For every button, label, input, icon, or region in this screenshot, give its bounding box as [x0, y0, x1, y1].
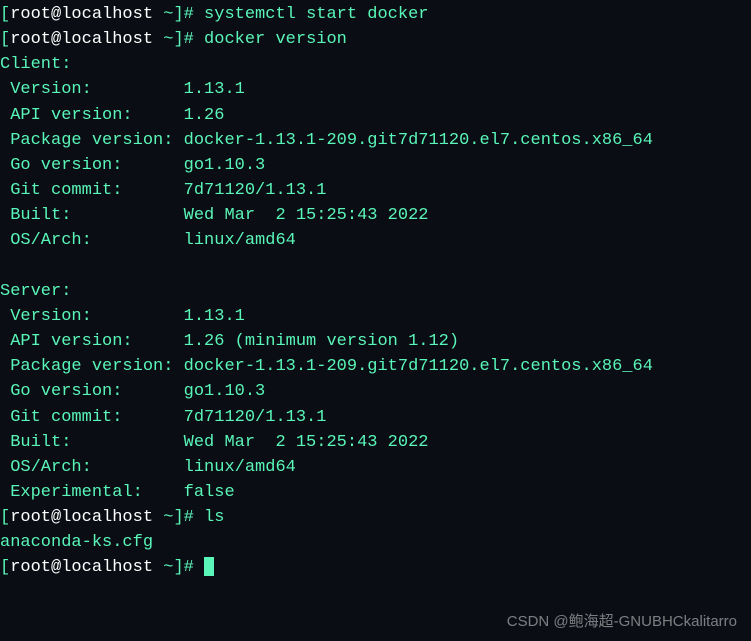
prompt-bracket: [: [0, 508, 10, 527]
kv-row: API version: 1.26 (minimum version 1.12): [0, 329, 751, 354]
kv-value: 1.13.1: [184, 307, 245, 326]
kv-row: Package version: docker-1.13.1-209.git7d…: [0, 354, 751, 379]
prompt-path: ~: [153, 30, 173, 49]
kv-value: linux/amd64: [184, 458, 296, 477]
prompt-path: ~: [153, 5, 173, 24]
kv-key: Experimental:: [0, 483, 184, 502]
kv-key: Built:: [0, 206, 184, 225]
kv-value: 1.26 (minimum version 1.12): [184, 332, 459, 351]
kv-row: Experimental: false: [0, 480, 751, 505]
kv-row: OS/Arch: linux/amd64: [0, 455, 751, 480]
kv-row: Go version: go1.10.3: [0, 379, 751, 404]
kv-row: Git commit: 7d71120/1.13.1: [0, 178, 751, 203]
kv-key: Git commit:: [0, 181, 184, 200]
prompt-path: ~: [153, 558, 173, 577]
kv-value: go1.10.3: [184, 382, 266, 401]
kv-row: OS/Arch: linux/amd64: [0, 228, 751, 253]
prompt-close: ]#: [173, 30, 204, 49]
prompt-close: ]#: [173, 5, 204, 24]
kv-row: Built: Wed Mar 2 15:25:43 2022: [0, 203, 751, 228]
kv-key: Version:: [0, 80, 184, 99]
kv-value: docker-1.13.1-209.git7d71120.el7.centos.…: [184, 357, 653, 376]
kv-key: API version:: [0, 332, 184, 351]
kv-row: Built: Wed Mar 2 15:25:43 2022: [0, 430, 751, 455]
kv-row: Version: 1.13.1: [0, 77, 751, 102]
command-line-3: [root@localhost ~]# ls: [0, 505, 751, 530]
prompt-user-host: root@localhost: [10, 30, 153, 49]
client-header: Client:: [0, 52, 751, 77]
prompt-path: ~: [153, 508, 173, 527]
kv-key: Built:: [0, 433, 184, 452]
kv-value: Wed Mar 2 15:25:43 2022: [184, 206, 429, 225]
prompt-close: ]#: [173, 558, 204, 577]
kv-key: OS/Arch:: [0, 458, 184, 477]
kv-value: 7d71120/1.13.1: [184, 181, 327, 200]
prompt-user-host: root@localhost: [10, 558, 153, 577]
kv-row: Version: 1.13.1: [0, 304, 751, 329]
kv-row: Git commit: 7d71120/1.13.1: [0, 405, 751, 430]
prompt-bracket: [: [0, 558, 10, 577]
kv-value: Wed Mar 2 15:25:43 2022: [184, 433, 429, 452]
prompt-bracket: [: [0, 30, 10, 49]
cursor-icon: [204, 557, 214, 576]
command-text: systemctl start docker: [204, 5, 428, 24]
kv-key: Git commit:: [0, 408, 184, 427]
kv-row: Package version: docker-1.13.1-209.git7d…: [0, 128, 751, 153]
kv-value: 1.26: [184, 106, 225, 125]
kv-value: docker-1.13.1-209.git7d71120.el7.centos.…: [184, 131, 653, 150]
kv-value: false: [184, 483, 235, 502]
terminal-output[interactable]: [root@localhost ~]# systemctl start dock…: [0, 0, 751, 583]
command-text: ls: [204, 508, 224, 527]
kv-value: 7d71120/1.13.1: [184, 408, 327, 427]
blank-line: [0, 254, 751, 279]
kv-key: Package version:: [0, 357, 184, 376]
kv-value: go1.10.3: [184, 156, 266, 175]
watermark-text: CSDN @鲍海超-GNUBHCkalitarro: [507, 611, 737, 633]
command-line-1: [root@localhost ~]# systemctl start dock…: [0, 2, 751, 27]
prompt-bracket: [: [0, 5, 10, 24]
kv-value: 1.13.1: [184, 80, 245, 99]
kv-row: API version: 1.26: [0, 103, 751, 128]
kv-row: Go version: go1.10.3: [0, 153, 751, 178]
kv-key: API version:: [0, 106, 184, 125]
prompt-user-host: root@localhost: [10, 508, 153, 527]
kv-key: Version:: [0, 307, 184, 326]
server-header: Server:: [0, 279, 751, 304]
prompt-close: ]#: [173, 508, 204, 527]
command-line-current[interactable]: [root@localhost ~]#: [0, 555, 751, 580]
command-text: docker version: [204, 30, 347, 49]
kv-key: OS/Arch:: [0, 231, 184, 250]
kv-key: Go version:: [0, 156, 184, 175]
kv-key: Go version:: [0, 382, 184, 401]
kv-key: Package version:: [0, 131, 184, 150]
prompt-user-host: root@localhost: [10, 5, 153, 24]
command-line-2: [root@localhost ~]# docker version: [0, 27, 751, 52]
kv-value: linux/amd64: [184, 231, 296, 250]
ls-output: anaconda-ks.cfg: [0, 530, 751, 555]
